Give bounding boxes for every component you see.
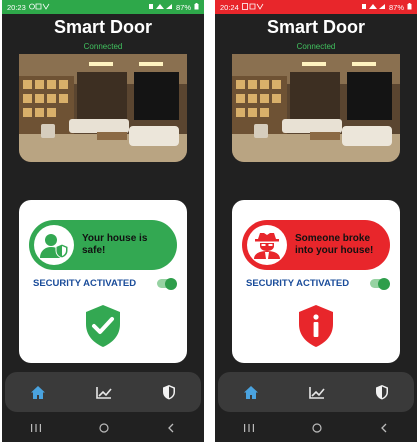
alert-message-line1: Someone broke <box>295 233 371 244</box>
status-time: 20:23 <box>7 2 26 12</box>
bottom-navigation <box>218 372 414 412</box>
user-safe-icon <box>34 225 74 265</box>
security-label: SECURITY ACTIVATED <box>33 278 137 289</box>
security-row: SECURITY ACTIVATED <box>33 277 177 290</box>
recents-icon[interactable] <box>31 423 41 435</box>
connection-status: Connected <box>296 42 336 51</box>
notification-icons <box>28 3 51 12</box>
battery-icon <box>407 2 412 12</box>
status-bar: 20:24 87% <box>215 0 417 14</box>
toggle-knob <box>378 277 390 290</box>
alert-message-line2: into your house! <box>295 245 374 256</box>
home-icon[interactable] <box>243 385 259 400</box>
security-card: Your house is safe! SECURITY ACTIVATED <box>19 200 187 363</box>
home-icon[interactable] <box>30 385 46 400</box>
alert-banner: Someone broke into your house! <box>242 220 390 270</box>
alert-message: Your house is safe! <box>82 233 147 257</box>
alert-message-line1: Your house is <box>82 233 148 244</box>
camera-feed-image <box>19 54 187 162</box>
alert-shield-icon <box>296 304 336 353</box>
security-toggle[interactable] <box>370 277 390 290</box>
connection-status: Connected <box>83 42 123 51</box>
chart-icon[interactable] <box>309 386 325 399</box>
signal-icons <box>148 3 173 12</box>
signal-icons <box>361 3 386 12</box>
system-navigation <box>215 416 417 442</box>
battery-icon <box>194 2 199 12</box>
alert-message-line2: safe! <box>82 245 106 256</box>
bottom-navigation <box>5 372 201 412</box>
back-icon[interactable] <box>380 423 388 436</box>
home-circle-icon[interactable] <box>99 422 109 436</box>
security-card: Someone broke into your house! SECURITY … <box>232 200 400 363</box>
chart-icon[interactable] <box>96 386 112 399</box>
security-toggle[interactable] <box>157 277 177 290</box>
back-icon[interactable] <box>167 423 175 436</box>
app-title: Smart Door <box>266 17 365 37</box>
security-row: SECURITY ACTIVATED <box>246 277 390 290</box>
battery-level: 87% <box>175 2 191 12</box>
phone-screen-intruder: 20:24 87% Smart Door Connected Someone b… <box>215 0 417 442</box>
status-time: 20:24 <box>220 2 239 12</box>
home-circle-icon[interactable] <box>312 422 322 436</box>
security-label: SECURITY ACTIVATED <box>246 278 350 289</box>
system-navigation <box>2 416 204 442</box>
battery-level: 87% <box>388 2 404 12</box>
camera-feed-image <box>232 54 400 162</box>
recents-icon[interactable] <box>244 423 254 435</box>
check-shield-icon <box>83 304 123 353</box>
alert-message: Someone broke into your house! <box>295 233 373 257</box>
phone-screen-safe: 20:23 87% Smart Door Connected Your hous… <box>2 0 204 442</box>
notification-icons <box>241 2 264 12</box>
toggle-knob <box>165 277 177 290</box>
shield-icon[interactable] <box>375 384 389 400</box>
status-bar: 20:23 87% <box>2 0 204 14</box>
intruder-icon <box>247 225 287 265</box>
app-title: Smart Door <box>53 17 152 37</box>
shield-icon[interactable] <box>162 384 176 400</box>
alert-banner: Your house is safe! <box>29 220 177 270</box>
